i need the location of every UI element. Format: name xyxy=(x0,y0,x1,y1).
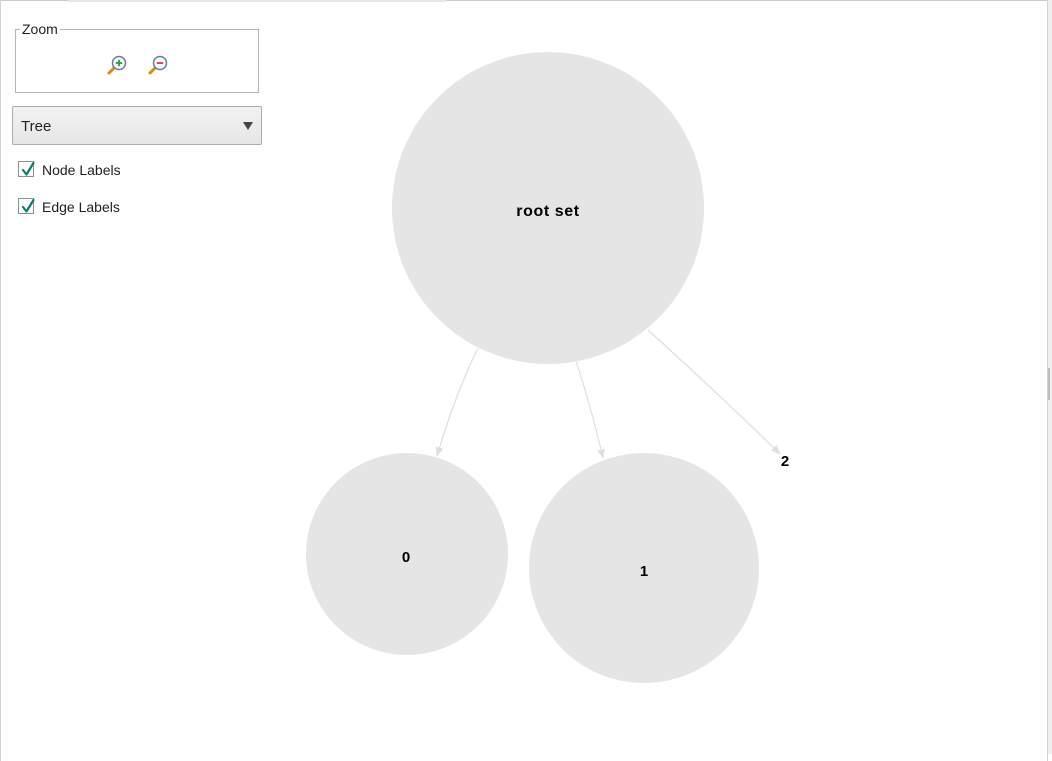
node-0[interactable]: 0 xyxy=(306,453,508,655)
checkmark-icon xyxy=(21,161,35,176)
node-1[interactable]: 1 xyxy=(529,453,759,683)
edge-labels-label: Edge Labels xyxy=(42,199,120,215)
node-root-set[interactable]: root set xyxy=(392,52,704,364)
node-label-2: 2 xyxy=(781,453,789,470)
zoom-in-icon[interactable] xyxy=(106,54,128,76)
splitter-grip[interactable] xyxy=(1048,368,1050,400)
zoom-group-label: Zoom xyxy=(20,21,60,37)
zoom-group: Zoom xyxy=(15,21,259,93)
edge-root-to-1 xyxy=(575,360,605,459)
edge-root-to-2 xyxy=(647,329,781,455)
node-label-0: 0 xyxy=(402,549,410,566)
node-labels-label: Node Labels xyxy=(42,162,121,178)
zoom-out-icon[interactable] xyxy=(147,54,169,76)
edge-root-to-0 xyxy=(435,347,479,457)
layout-select[interactable]: Tree xyxy=(12,106,262,145)
checkmark-icon xyxy=(21,198,35,213)
node-label-1: 1 xyxy=(640,563,648,580)
layout-select-value: Tree xyxy=(21,118,52,135)
node-2[interactable]: 2 xyxy=(781,453,789,470)
node-label-root-set: root set xyxy=(516,203,580,220)
node-labels-checkbox-box[interactable] xyxy=(18,161,35,177)
edge-labels-checkbox-box[interactable] xyxy=(18,198,35,214)
chevron-down-icon[interactable] xyxy=(243,122,253,130)
graph-viewer-window: root set 0 1 2 Zoom Tree Node Labels Edg… xyxy=(0,0,1052,761)
